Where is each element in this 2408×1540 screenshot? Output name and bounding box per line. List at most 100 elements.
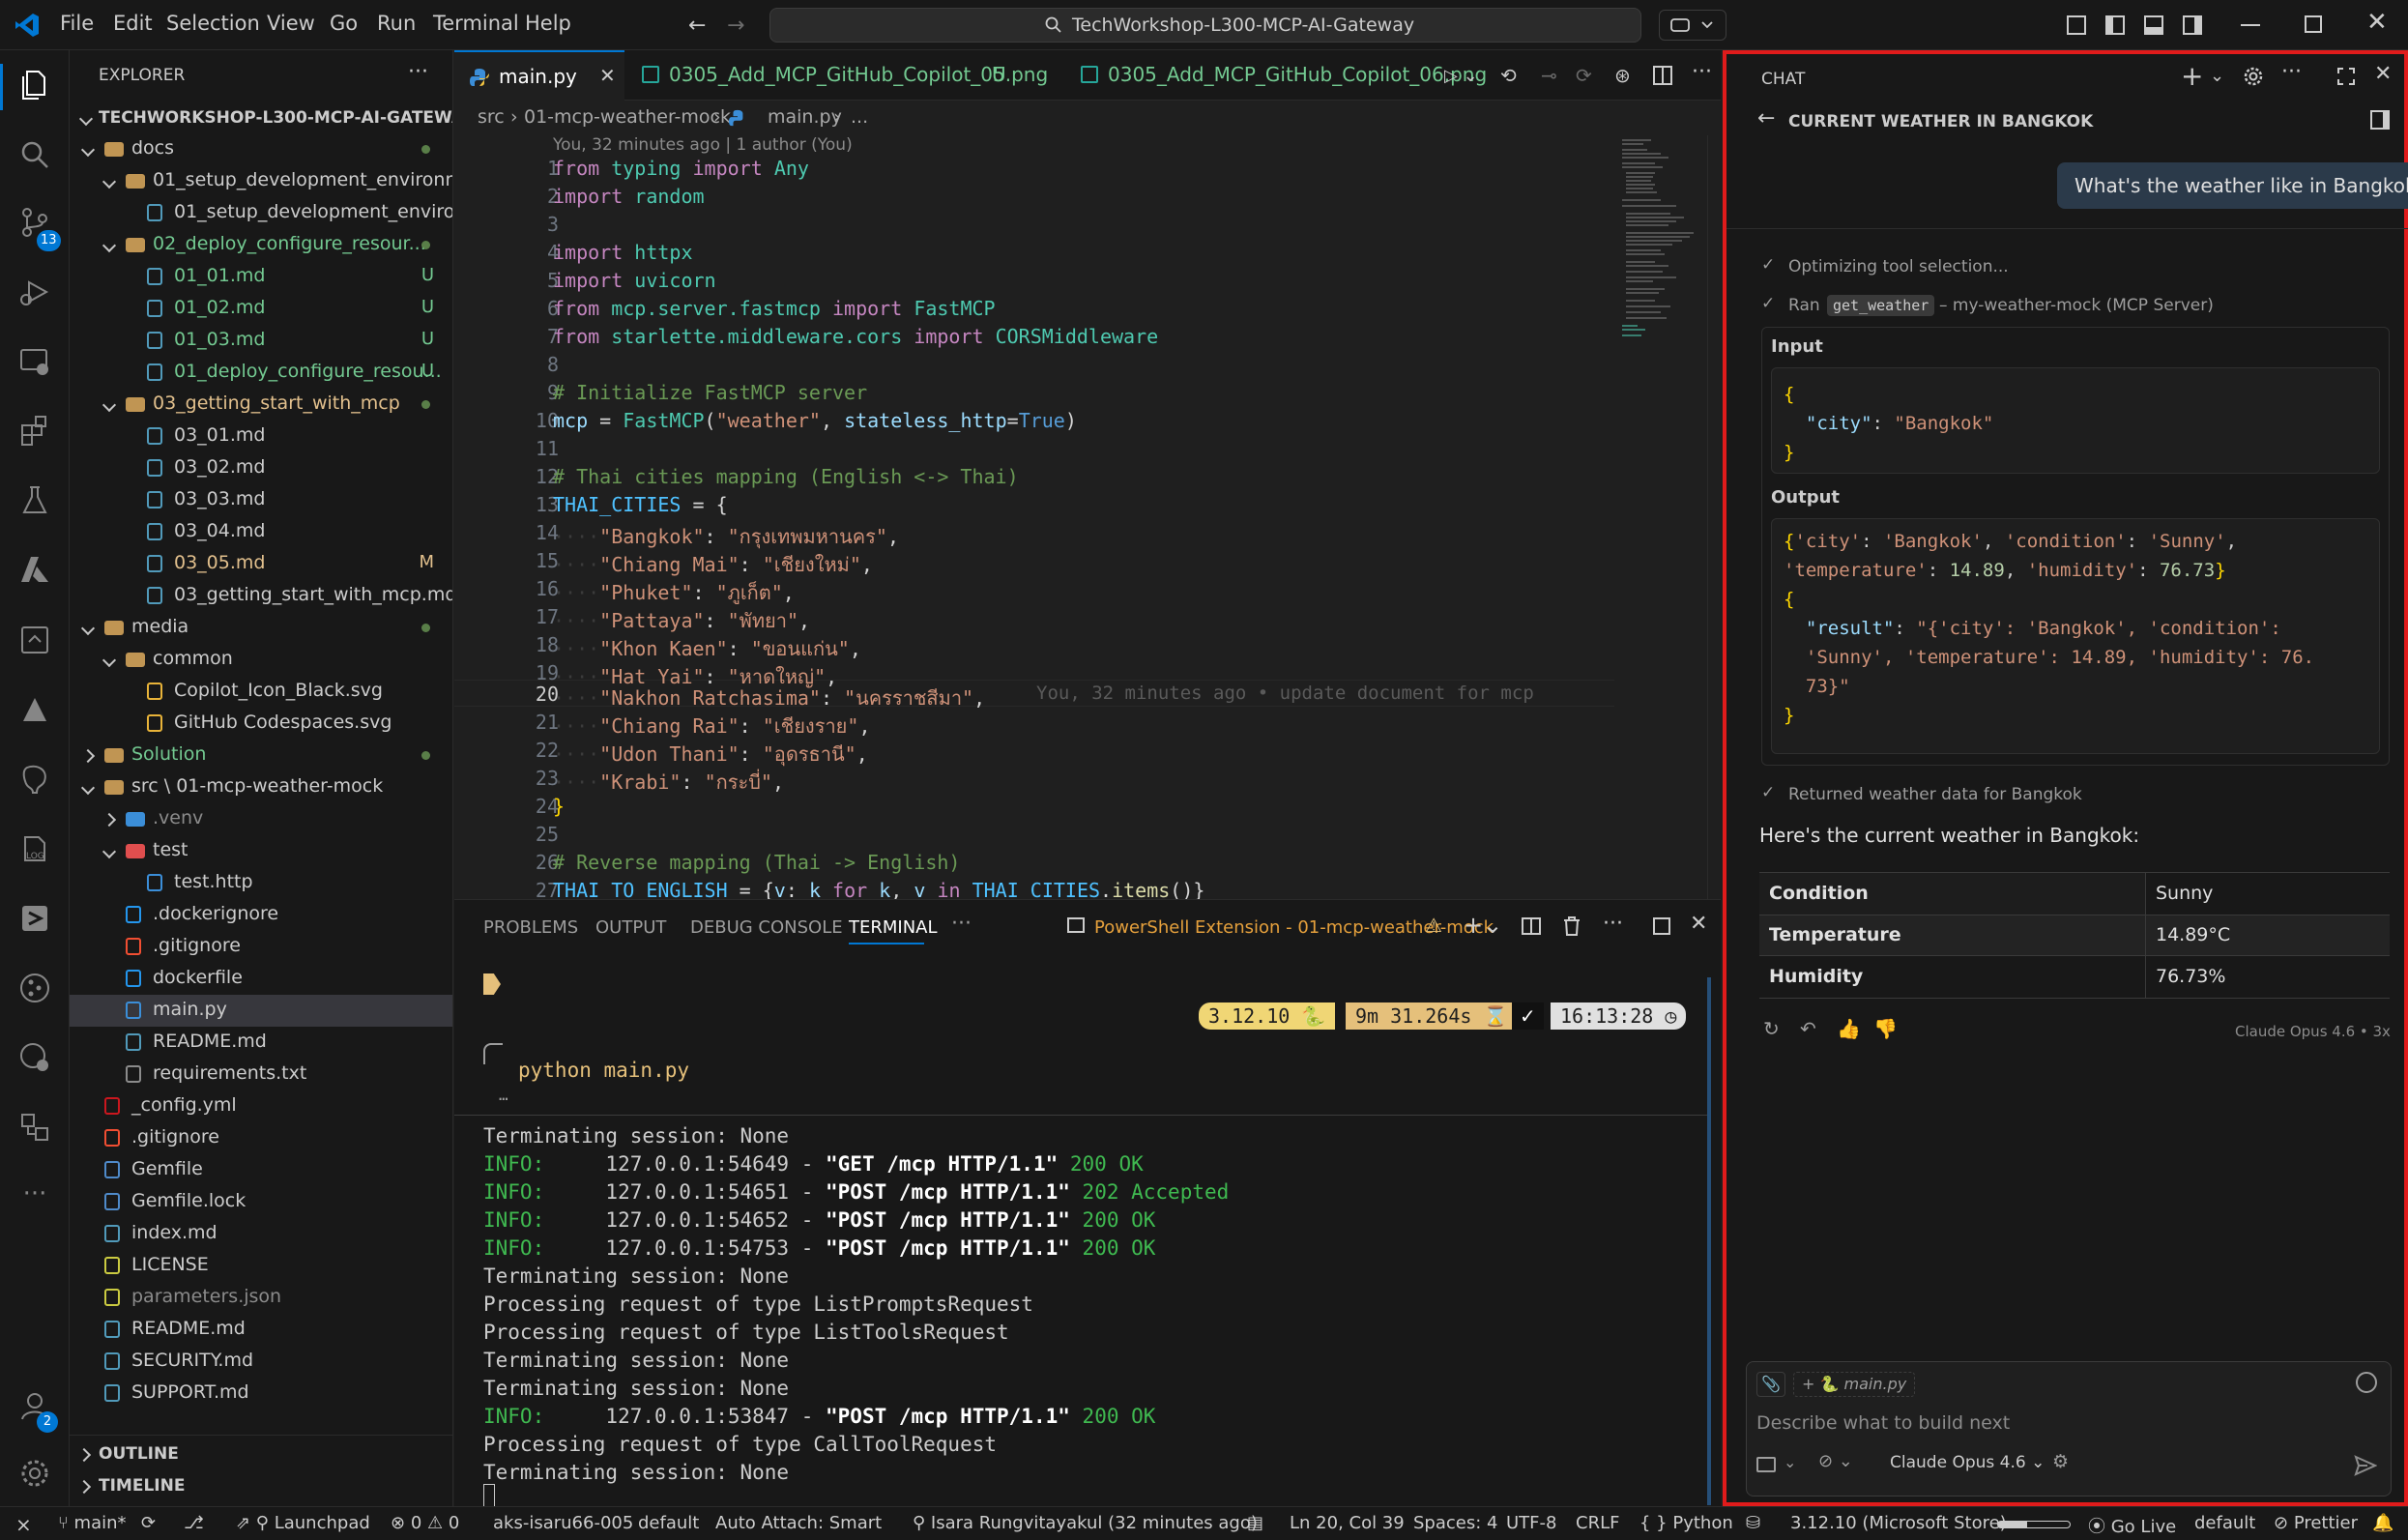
menu-file[interactable]: File — [60, 12, 94, 35]
new-terminal-icon[interactable]: +⌄ — [1464, 912, 1502, 939]
file-item[interactable]: 01_03.md U — [70, 325, 452, 357]
breadcrumb-file[interactable]: main.py — [768, 106, 842, 128]
tab-problems[interactable]: PROBLEMS — [483, 917, 578, 938]
chat-sessions-icon[interactable] — [2370, 110, 2390, 130]
folder-item[interactable]: Solution — [70, 740, 452, 771]
folder-item[interactable]: 01_setup_development_environm... — [70, 165, 452, 197]
breadcrumb-symbol[interactable]: ... — [851, 106, 868, 128]
folder-item[interactable]: 02_deploy_configure_resour... — [70, 229, 452, 261]
file-item[interactable]: Gemfile — [70, 1154, 452, 1186]
agent-mode-icon[interactable] — [1756, 1457, 1776, 1472]
codelens-blame[interactable]: You, 32 minutes ago | 1 author (You) — [553, 135, 853, 155]
thumbs-up-icon[interactable]: 👍 — [1837, 1017, 1861, 1040]
testing-icon[interactable] — [17, 483, 52, 518]
tool-name-chip[interactable]: get_weather — [1827, 295, 1935, 316]
file-item[interactable]: _config.yml — [70, 1090, 452, 1122]
chat-input-placeholder[interactable]: Describe what to build next — [1756, 1412, 2010, 1434]
file-item[interactable]: .dockerignore — [70, 899, 452, 931]
menu-view[interactable]: View — [267, 12, 315, 35]
editor-more-icon[interactable]: ··· — [1692, 60, 1712, 84]
sync-icon[interactable]: ⟳ — [141, 1513, 156, 1533]
file-item[interactable]: SUPPORT.md — [70, 1378, 452, 1409]
terminal-more-icon[interactable]: ··· — [1603, 912, 1623, 936]
file-item[interactable]: 03_05.md M — [70, 548, 452, 580]
file-item[interactable]: parameters.json — [70, 1282, 452, 1314]
file-item[interactable]: README.md — [70, 1314, 452, 1346]
python-interpreter[interactable]: 3.12.10 (Microsoft Store) — [1790, 1513, 2007, 1533]
menu-selection[interactable]: Selection — [166, 12, 260, 35]
python-env-icon[interactable]: ⛁ — [1746, 1513, 1760, 1533]
folder-item[interactable]: .venv — [70, 803, 452, 835]
attach-context-icon[interactable]: 📎 — [1756, 1372, 1785, 1397]
file-item[interactable]: dockerfile — [70, 963, 452, 995]
breadcrumb-folder[interactable]: 01-mcp-weather-mock — [524, 106, 731, 128]
file-item[interactable]: 03_04.md — [70, 516, 452, 548]
profile[interactable]: default — [2194, 1513, 2255, 1533]
tools-icon[interactable]: ⚙ — [2052, 1451, 2069, 1472]
file-item[interactable]: SECURITY.md — [70, 1346, 452, 1378]
workspace-root[interactable]: TECHWORKSHOP-L300-MCP-AI-GATEWAY — [70, 102, 452, 134]
minimap[interactable] — [1618, 135, 1715, 387]
auto-attach[interactable]: Auto Attach: Smart — [715, 1513, 882, 1533]
new-chat-dropdown-icon[interactable]: ⌄ — [2210, 66, 2224, 86]
forward-arrow-icon[interactable]: → — [727, 14, 744, 38]
postgresql-icon[interactable] — [17, 762, 52, 797]
azure-functions-icon[interactable] — [17, 692, 52, 727]
close-panel-icon[interactable]: ✕ — [1690, 912, 1707, 936]
new-chat-icon[interactable]: + — [2181, 60, 2203, 92]
go-live[interactable]: ⦿ Go Live — [2088, 1513, 2176, 1538]
file-item[interactable]: 03_03.md — [70, 484, 452, 516]
retry-icon[interactable]: ↻ — [1763, 1017, 1780, 1040]
file-item[interactable]: .gitignore — [70, 931, 452, 963]
tab-output[interactable]: OUTPUT — [595, 917, 666, 938]
tab-terminal[interactable]: TERMINAL — [849, 917, 938, 938]
maximize-panel-icon[interactable] — [1653, 917, 1670, 935]
indentation[interactable]: Spaces: 4 — [1413, 1513, 1497, 1533]
explorer-more-icon[interactable]: ··· — [408, 60, 428, 84]
menu-terminal[interactable]: Terminal — [433, 12, 519, 35]
menu-go[interactable]: Go — [330, 12, 358, 35]
file-item[interactable]: 01_setup_development_environ... — [70, 197, 452, 229]
containers-icon[interactable] — [17, 1110, 52, 1145]
folder-item[interactable]: common — [70, 644, 452, 676]
log-viewer-icon[interactable]: LOG — [17, 831, 52, 866]
timeline-forward-icon[interactable]: ⟳ — [1576, 64, 1592, 87]
git-graph-icon[interactable]: ⊛ — [1614, 64, 1631, 87]
file-item[interactable]: 01_deploy_configure_resou... U — [70, 357, 452, 389]
back-arrow-icon[interactable]: ← — [1757, 106, 1775, 131]
tab-main-py[interactable]: main.py ✕ — [454, 50, 624, 101]
minimize-icon[interactable] — [2241, 24, 2260, 26]
chat-input-box[interactable]: 📎 + 🐍 main.py Describe what to build nex… — [1746, 1361, 2392, 1496]
undo-icon[interactable]: ↶ — [1800, 1017, 1816, 1040]
folder-item[interactable]: docs — [70, 133, 452, 165]
file-item[interactable]: README.md — [70, 1027, 452, 1059]
search-icon[interactable] — [17, 137, 52, 172]
aks-cluster[interactable]: aks-isaru66-005 — [493, 1513, 633, 1533]
problems-count[interactable]: ⊗ 0 ⚠ 0 — [391, 1513, 459, 1533]
remote-indicator-icon[interactable]: ⨯ — [15, 1513, 32, 1536]
file-item[interactable]: test.http — [70, 867, 452, 899]
end-of-line[interactable]: CRLF — [1576, 1513, 1619, 1533]
github-actions-icon[interactable] — [17, 1040, 52, 1075]
file-item[interactable]: 03_01.md — [70, 421, 452, 452]
azure-icon[interactable] — [17, 553, 52, 588]
file-item[interactable]: 01_01.md U — [70, 261, 452, 293]
explorer-icon[interactable] — [17, 68, 52, 102]
terminal-scrollbar[interactable] — [1707, 977, 1711, 1505]
file-item[interactable]: 01_02.md U — [70, 293, 452, 325]
settings-gear-icon[interactable] — [17, 1456, 52, 1491]
timeline-back-icon[interactable]: ⟲ — [1500, 64, 1517, 87]
file-item[interactable]: .gitignore — [70, 1122, 452, 1154]
menu-run[interactable]: Run — [377, 12, 416, 35]
azure-resources-icon[interactable] — [17, 901, 52, 936]
tab-image-06[interactable]: 0305_Add_MCP_GitHub_Copilot_06.png — [1073, 50, 1487, 101]
editor-scrollbar[interactable] — [1707, 135, 1721, 899]
thumbs-down-icon[interactable]: 👎 — [1873, 1017, 1898, 1040]
file-item[interactable]: 03_02.md — [70, 452, 452, 484]
timeline-section[interactable]: TIMELINE — [70, 1470, 452, 1502]
docker-extension-icon[interactable] — [17, 623, 52, 657]
git-graph-status-icon[interactable]: ⎇ — [184, 1513, 204, 1533]
extensions-icon[interactable] — [17, 414, 52, 449]
more-views-icon[interactable]: ··· — [17, 1179, 52, 1214]
chat-settings-gear-icon[interactable] — [2243, 66, 2264, 87]
